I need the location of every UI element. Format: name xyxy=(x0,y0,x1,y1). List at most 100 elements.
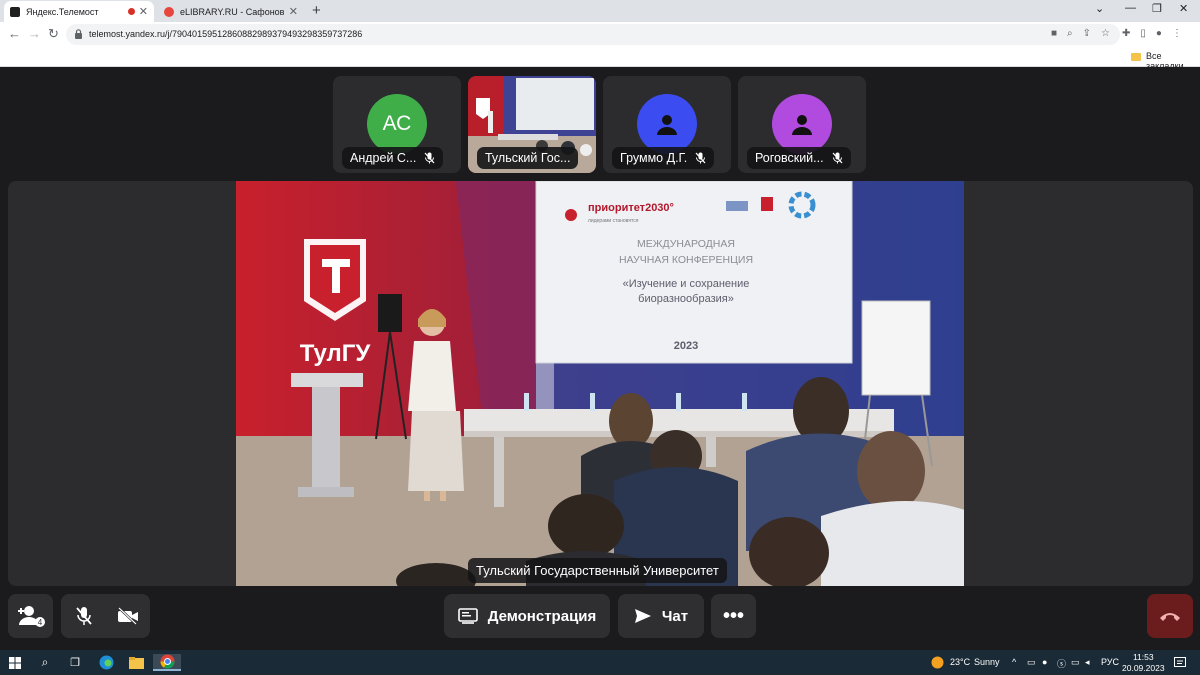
profile-icon[interactable]: ● xyxy=(1156,28,1162,39)
tulgu-logo-icon xyxy=(761,197,773,211)
slide-brand-subtitle: лидерами становятся xyxy=(588,218,639,224)
reload-icon[interactable]: ↻ xyxy=(48,26,59,42)
telemost-favicon-icon xyxy=(10,6,20,17)
microphone-toggle[interactable] xyxy=(62,606,106,626)
back-icon[interactable]: ← xyxy=(8,26,21,41)
chevron-up-icon[interactable]: ^ xyxy=(1012,657,1016,667)
windows-start-icon[interactable] xyxy=(8,654,22,671)
participant-tile-video[interactable]: Тульский Гос... xyxy=(468,76,596,173)
telemost-meeting: АС Андрей С... Тульский Гос... Груммо Д.… xyxy=(0,67,1200,650)
screen-share-label: Демонстрация xyxy=(487,607,597,625)
slide-year: 2023 xyxy=(674,340,698,352)
battery-icon[interactable]: ▭ xyxy=(1071,657,1080,668)
weather-temperature[interactable]: 23°C xyxy=(950,657,970,667)
tab-title: eLIBRARY.RU - Сафонов Андрей xyxy=(180,6,285,17)
language-indicator[interactable]: РУС xyxy=(1101,657,1119,667)
skype-icon[interactable]: ⓢ xyxy=(1057,657,1066,670)
participant-name: Груммо Д.Г. xyxy=(620,151,688,165)
clock-date: 20.09.2023 xyxy=(1122,663,1165,673)
clock-time: 11:53 xyxy=(1132,652,1154,662)
participant-tile[interactable]: Груммо Д.Г. xyxy=(603,76,731,173)
participant-name-badge: Груммо Д.Г. xyxy=(612,147,715,169)
media-controls xyxy=(61,594,150,638)
avatar: АС xyxy=(367,94,427,154)
hang-up-icon xyxy=(1160,613,1180,621)
avatar xyxy=(772,94,832,154)
file-explorer-icon[interactable] xyxy=(128,654,144,671)
chat-label: Чат xyxy=(661,607,689,625)
forward-icon[interactable]: → xyxy=(28,26,41,41)
tab-elibrary[interactable]: eLIBRARY.RU - Сафонов Андрей ✕ xyxy=(158,1,304,22)
new-tab-icon[interactable]: + xyxy=(312,2,321,19)
hang-up-button[interactable] xyxy=(1147,594,1193,638)
add-participant-icon: 4 xyxy=(17,606,45,627)
sidepanel-icon[interactable]: ▯ xyxy=(1140,28,1146,39)
screen-share-button[interactable]: Демонстрация xyxy=(444,594,610,638)
screen: Яндекс.Телемост ✕ eLIBRARY.RU - Сафонов … xyxy=(0,0,1200,675)
speaker-caption: Тульский Государственный Университет xyxy=(468,558,727,583)
slide-brand-text: приоритет2030° xyxy=(588,202,674,214)
more-button[interactable]: ••• xyxy=(711,594,756,638)
send-icon xyxy=(634,609,651,623)
participant-name-badge: Андрей С... xyxy=(342,147,444,169)
camera-icon[interactable]: ■ xyxy=(1051,28,1057,39)
mic-off-icon xyxy=(695,152,706,164)
tab-telemost[interactable]: Яндекс.Телемост ✕ xyxy=(4,1,154,22)
share-icon[interactable]: ⇪ xyxy=(1083,28,1091,39)
user-icon xyxy=(657,115,677,135)
invite-button[interactable]: 4 xyxy=(8,594,53,638)
slide-line-4: биоразнообразия» xyxy=(638,293,734,305)
bookmarks-bar: Все закладки xyxy=(0,47,1200,71)
svg-text:4: 4 xyxy=(37,618,42,627)
participant-tile[interactable]: АС Андрей С... xyxy=(333,76,461,173)
participant-name: Тульский Гос... xyxy=(485,151,571,165)
weather-condition[interactable]: Sunny xyxy=(974,657,1000,667)
menu-icon[interactable]: ⋮ xyxy=(1172,28,1182,39)
more-dots-icon: ••• xyxy=(722,604,744,627)
chevron-down-icon[interactable]: ⌄ xyxy=(1095,2,1104,15)
star-icon[interactable]: ☆ xyxy=(1101,28,1110,39)
chrome-taskbar-icon[interactable] xyxy=(153,654,181,671)
conference-scene: приоритет2030° лидерами становятся МЕЖДУ… xyxy=(236,181,964,586)
zoom-icon[interactable]: ⌕ xyxy=(1067,28,1073,39)
slide-line-3: «Изучение и сохранение xyxy=(623,278,750,290)
minimize-icon[interactable]: — xyxy=(1125,2,1136,14)
extensions-icon[interactable]: ✚ xyxy=(1122,28,1130,39)
speaker-video[interactable]: приоритет2030° лидерами становятся МЕЖДУ… xyxy=(236,181,964,586)
camera-toggle[interactable] xyxy=(106,607,150,625)
network-icon[interactable]: ▭ xyxy=(1027,657,1036,668)
close-window-icon[interactable]: ✕ xyxy=(1179,2,1188,15)
wall-logo-text: ТулГУ xyxy=(300,340,372,367)
url-input[interactable]: telemost.yandex.ru/j/7904015951286088298… xyxy=(66,24,1120,45)
recording-dot-icon xyxy=(127,8,135,15)
mic-off-icon xyxy=(424,152,435,164)
url-text: telemost.yandex.ru/j/7904015951286088298… xyxy=(89,29,363,39)
clock[interactable]: 11:53 20.09.2023 xyxy=(1122,652,1165,674)
slide-line-1: МЕЖДУНАРОДНАЯ xyxy=(637,238,735,250)
edge-icon[interactable] xyxy=(98,654,114,671)
partner-logo-icon xyxy=(726,201,748,211)
search-icon[interactable]: ⌕ xyxy=(37,654,53,671)
browser-tab-bar: Яндекс.Телемост ✕ eLIBRARY.RU - Сафонов … xyxy=(0,0,1200,22)
screen-share-icon xyxy=(457,608,478,624)
lock-icon xyxy=(75,29,82,39)
mic-off-icon xyxy=(75,607,92,625)
restore-icon[interactable]: ❐ xyxy=(1152,2,1162,15)
tab-title: Яндекс.Телемост xyxy=(26,6,99,17)
close-icon[interactable]: ✕ xyxy=(139,5,148,18)
elibrary-favicon-icon xyxy=(164,6,174,17)
camera-off-icon xyxy=(117,607,138,625)
region-emblem-icon xyxy=(565,209,577,221)
folder-icon xyxy=(1131,53,1141,61)
volume-icon[interactable]: ◂ xyxy=(1085,657,1090,668)
mic-tray-icon[interactable]: ● xyxy=(1042,657,1047,667)
chat-button[interactable]: Чат xyxy=(618,594,704,638)
participant-name: Андрей С... xyxy=(350,151,417,165)
weather-sun-icon[interactable] xyxy=(930,654,944,671)
close-icon[interactable]: ✕ xyxy=(289,5,298,18)
notifications-icon[interactable] xyxy=(1172,654,1188,671)
task-view-icon[interactable]: ❐ xyxy=(67,654,83,671)
participant-name-badge: Тульский Гос... xyxy=(477,147,579,169)
participant-name-badge: Роговский... xyxy=(747,147,851,169)
participant-tile[interactable]: Роговский... xyxy=(738,76,866,173)
